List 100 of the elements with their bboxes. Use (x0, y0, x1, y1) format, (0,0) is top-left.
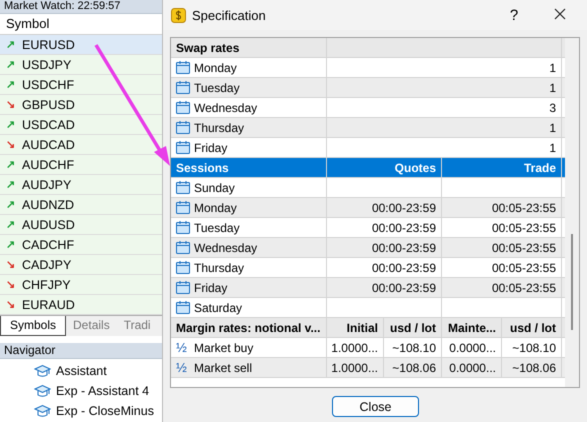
table-cell: Saturday (194, 300, 242, 314)
table-cell: 00:05-23:55 (442, 238, 562, 257)
table-cell: 00:00-23:59 (327, 278, 442, 297)
trend-arrow-icon: ↗ (6, 198, 16, 211)
trend-arrow-icon: ↗ (6, 58, 16, 71)
table-cell: Wednesday (194, 100, 258, 114)
help-button[interactable]: ? (494, 1, 534, 29)
trend-arrow-icon: ↗ (6, 178, 16, 191)
table-cell: Swap rates (171, 38, 327, 57)
calendar-icon (176, 301, 190, 314)
calendar-icon (176, 61, 190, 74)
symbol-name: GBPUSD (22, 98, 75, 112)
calendar-icon (176, 101, 190, 114)
table-cell: 00:05-23:55 (442, 258, 562, 277)
symbol-name: USDCHF (22, 78, 74, 92)
graduation-cap-icon (34, 364, 51, 378)
tree-item[interactable]: Exp - Assistant 4 (56, 384, 150, 398)
close-button[interactable]: Close (332, 396, 419, 417)
calendar-icon (176, 281, 190, 294)
trend-arrow-icon: ↗ (6, 218, 16, 231)
table-cell: usd / lot (384, 318, 442, 337)
table-cell: ~108.06 (502, 358, 562, 377)
table-cell: Monday (194, 60, 237, 74)
symbol-name: CADCHF (22, 238, 74, 252)
symbol-name: CHFJPY (22, 278, 71, 292)
table-cell: 00:05-23:55 (442, 278, 562, 297)
tree-item[interactable]: Exp - CloseMinus (56, 404, 154, 418)
calendar-icon (176, 121, 190, 134)
symbol-name: AUDUSD (22, 218, 75, 232)
calendar-icon (176, 241, 190, 254)
fraction-icon: ½ (176, 360, 190, 375)
trend-arrow-icon: ↗ (6, 238, 16, 251)
tab[interactable]: Symbols (0, 316, 66, 336)
table-cell: 1 (327, 118, 562, 137)
symbol-name: USDJPY (22, 58, 72, 72)
table-cell: 1 (327, 78, 562, 97)
table-cell: Monday (194, 200, 237, 214)
trend-arrow-icon: ↗ (6, 78, 16, 91)
table-cell: Thursday (194, 120, 244, 134)
table-cell: Tuesday (194, 220, 240, 234)
table-cell: Mainte... (442, 318, 502, 337)
section-header[interactable]: Sessions Quotes Trade (171, 158, 565, 178)
graduation-cap-icon (34, 384, 51, 398)
table-cell: usd / lot (502, 318, 562, 337)
table-cell: 1.0000... (327, 358, 384, 377)
symbol-name: EURUSD (22, 38, 75, 52)
symbol-name: USDCAD (22, 118, 75, 132)
table-cell: 00:00-23:59 (327, 238, 442, 257)
table-cell: Margin rates: notional v... (171, 318, 327, 337)
table-cell: 00:05-23:55 (442, 218, 562, 237)
calendar-icon (176, 141, 190, 154)
calendar-icon (176, 201, 190, 214)
calendar-icon (176, 261, 190, 274)
table-cell: Initial (327, 318, 384, 337)
tab[interactable]: Details (66, 316, 117, 336)
symbol-name: CADJPY (22, 258, 72, 272)
table-cell: Thursday (194, 260, 244, 274)
table-cell: 0.0000... (442, 338, 502, 357)
table-cell: Friday (194, 140, 228, 154)
table-cell: 0.0000... (442, 358, 502, 377)
table-cell: 00:05-23:55 (442, 198, 562, 217)
trend-arrow-icon: ↗ (6, 38, 16, 51)
table-cell: ~108.10 (502, 338, 562, 357)
trend-arrow-icon: ↘ (6, 258, 16, 271)
table-cell: Market buy (194, 340, 254, 354)
symbol-name: AUDCAD (22, 138, 75, 152)
trend-arrow-icon: ↗ (6, 158, 16, 171)
tree-item[interactable]: Assistant (56, 364, 107, 378)
scrollbar-thumb[interactable] (571, 234, 573, 330)
dialog-title: Specification (192, 8, 267, 22)
table-cell: ~108.10 (384, 338, 442, 357)
calendar-icon (176, 221, 190, 234)
symbol-name: EURAUD (22, 298, 75, 312)
trend-arrow-icon: ↗ (6, 118, 16, 131)
symbol-name: AUDNZD (22, 198, 74, 212)
table-cell: 1 (327, 138, 562, 157)
symbol-name: AUDCHF (22, 158, 74, 172)
table-cell: Wednesday (194, 240, 258, 254)
calendar-icon (176, 181, 190, 194)
calendar-icon (176, 81, 190, 94)
symbol-name: AUDJPY (22, 178, 72, 192)
fraction-icon: ½ (176, 340, 190, 355)
table-cell: Sunday (194, 180, 235, 194)
table-cell: 00:00-23:59 (327, 218, 442, 237)
table-cell: Market sell (194, 360, 252, 374)
trend-arrow-icon: ↘ (6, 298, 16, 311)
table-cell: Tuesday (194, 80, 240, 94)
graduation-cap-icon (34, 404, 51, 418)
tab[interactable]: Tradi (116, 316, 158, 336)
trend-arrow-icon: ↘ (6, 98, 16, 111)
table-cell: ~108.06 (384, 358, 442, 377)
table-cell: 00:00-23:59 (327, 198, 442, 217)
table-cell: 1 (327, 58, 562, 77)
dollar-coin-icon (171, 8, 186, 22)
table-cell: 00:00-23:59 (327, 258, 442, 277)
table-cell: 3 (327, 98, 562, 117)
trend-arrow-icon: ↘ (6, 138, 16, 151)
trend-arrow-icon: ↘ (6, 278, 16, 291)
table-cell: Friday (194, 280, 228, 294)
table-cell: 1.0000... (327, 338, 384, 357)
